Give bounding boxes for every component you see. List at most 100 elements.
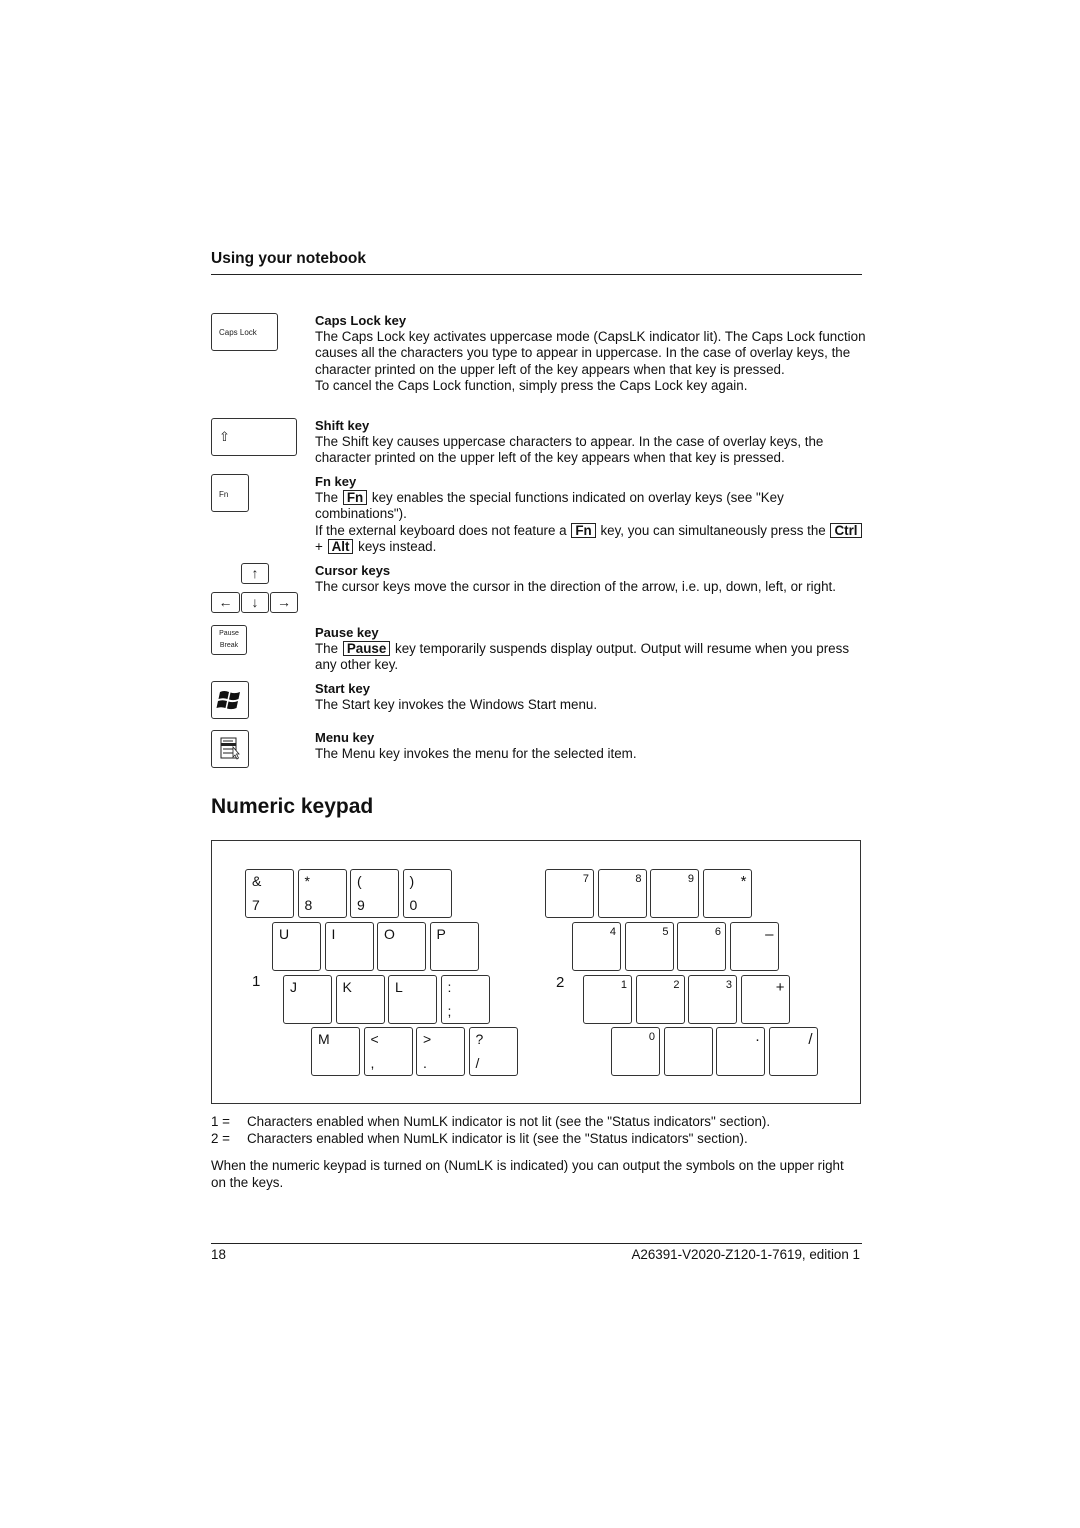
key-primary-label: I — [331, 926, 336, 942]
pause-break-key-icon: Pause Break — [211, 625, 247, 655]
key-secondary-label: , — [370, 1055, 375, 1071]
key-numlock-label: 3 — [725, 979, 732, 991]
caps-lock-key-icon: Caps Lock — [211, 313, 278, 351]
section-header: Using your notebook — [211, 250, 366, 267]
inline-key-fn: Fn — [342, 490, 368, 505]
keypad-key-layout-2: 6 — [677, 922, 726, 971]
key-numlock-label: · — [755, 1031, 760, 1048]
key-primary-label: P — [436, 926, 446, 942]
inline-key-pause: Pause — [342, 641, 391, 656]
menu-key-description: The Menu key invokes the menu for the se… — [315, 746, 637, 761]
key-primary-label: * — [304, 873, 310, 889]
key-secondary-label: . — [423, 1055, 427, 1071]
break-label: Break — [219, 642, 239, 649]
arrow-left-icon: ← — [211, 592, 240, 613]
pause-key-title: Pause key — [315, 625, 379, 640]
legend-text-1: Characters enabled when NumLK indicator … — [247, 1114, 771, 1129]
keypad-key-layout-1: K — [335, 975, 385, 1024]
key-numlock-label: 8 — [635, 873, 642, 885]
windows-logo-icon — [216, 691, 240, 710]
key-secondary-label: 7 — [252, 897, 260, 913]
menu-key-title: Menu key — [315, 730, 375, 745]
keypad-key-layout-1: J — [283, 975, 332, 1024]
legend-marker-1: 1 = — [211, 1114, 230, 1129]
fn-body-text: key, you can simultaneously press the — [600, 522, 826, 538]
key-primary-label: < — [370, 1031, 379, 1047]
key-secondary-label: 8 — [304, 897, 313, 913]
key-numlock-label: 1 — [620, 979, 627, 991]
pause-body-text: The — [315, 641, 339, 656]
arrow-down-icon: ↓ — [241, 592, 269, 613]
keypad-key-layout-1: L — [388, 975, 437, 1024]
fn-key-title: Fn key — [315, 474, 357, 489]
key-primary-label: ? — [475, 1031, 484, 1047]
fn-key-label: Fn — [219, 490, 229, 499]
pause-key-description: The Pause key temporarily suspends displ… — [315, 641, 870, 674]
keypad-key-layout-2: 1 — [583, 975, 632, 1024]
start-key-title: Start key — [315, 681, 370, 696]
keypad-key-layout-2: 7 — [545, 869, 594, 918]
page-number: 18 — [211, 1247, 226, 1262]
keypad-key-layout-1: <, — [363, 1027, 413, 1076]
keypad-key-layout-1: (9 — [350, 869, 399, 918]
caps-lock-key-label: Caps Lock — [219, 328, 257, 337]
key-secondary-label: / — [475, 1055, 480, 1071]
windows-start-key-icon — [211, 681, 249, 719]
pause-label: Pause — [219, 630, 239, 637]
legend-marker-2: 2 = — [211, 1131, 230, 1146]
keypad-key-layout-1: I — [324, 922, 374, 971]
key-primary-label: & — [252, 873, 262, 889]
fn-body-text: keys instead. — [358, 538, 437, 554]
key-secondary-label: ; — [447, 1003, 452, 1019]
keypad-key-layout-2 — [663, 1027, 713, 1076]
key-primary-label: L — [395, 979, 403, 995]
keypad-key-layout-2: 9 — [650, 869, 699, 918]
key-primary-label: > — [423, 1031, 432, 1047]
key-secondary-label: 9 — [357, 897, 365, 913]
keypad-key-layout-2: 8 — [597, 869, 647, 918]
menu-glyph-icon — [220, 737, 240, 760]
fn-body-text: The — [315, 490, 339, 505]
caps-lock-key-title: Caps Lock key — [315, 313, 407, 328]
numeric-keypad-heading: Numeric keypad — [211, 795, 374, 818]
arrow-right-icon: → — [270, 592, 298, 613]
caps-lock-key-body-2: To cancel the Caps Lock function, simply… — [315, 377, 748, 393]
keypad-key-layout-2: 5 — [624, 922, 674, 971]
header-rule — [211, 274, 862, 275]
keypad-key-layout-1: >. — [416, 1027, 465, 1076]
keypad-key-layout-2: 4 — [572, 922, 621, 971]
key-numlock-label: – — [765, 926, 774, 943]
cursor-keys-description: The cursor keys move the cursor in the d… — [315, 579, 836, 594]
key-numlock-label: 2 — [673, 979, 680, 991]
fn-body-text: If the external keyboard does not featur… — [315, 522, 567, 538]
start-key-description: The Start key invokes the Windows Start … — [315, 697, 598, 712]
shift-arrow-glyph: ⇧ — [219, 429, 230, 444]
legend-text-2: Characters enabled when NumLK indicator … — [247, 1131, 748, 1146]
key-primary-label: O — [384, 926, 395, 942]
fn-body-text: key enables the special functions indica… — [315, 490, 784, 522]
key-primary-label: K — [342, 979, 352, 995]
menu-key-icon — [211, 730, 249, 768]
keypad-key-layout-2: * — [702, 869, 752, 918]
key-secondary-label: 0 — [409, 897, 418, 913]
key-primary-label: ) — [409, 873, 415, 889]
shift-key-icon: ⇧ — [211, 418, 297, 456]
plus-sign: + — [315, 538, 323, 554]
pause-body-text: key temporarily suspends display output.… — [315, 641, 850, 673]
keypad-key-layout-1: :; — [440, 975, 490, 1024]
numlock-note: When the numeric keypad is turned on (Nu… — [211, 1158, 844, 1190]
inline-key-alt: Alt — [327, 538, 354, 554]
keypad-key-layout-1: & 7 — [245, 869, 294, 918]
key-numlock-label: / — [808, 1031, 813, 1048]
key-numlock-label: 7 — [582, 873, 589, 885]
key-numlock-label: * — [740, 873, 747, 890]
inline-key-ctrl: Ctrl — [830, 522, 862, 538]
key-primary-label: ( — [357, 873, 362, 889]
caps-lock-key-description: The Caps Lock key activates uppercase mo… — [315, 329, 870, 394]
key-numlock-label: + — [775, 979, 785, 996]
keypad-key-layout-1: O — [377, 922, 426, 971]
document-id: A26391-V2020-Z120-1-7619, edition 1 — [631, 1247, 860, 1262]
key-numlock-label: 5 — [662, 926, 669, 938]
key-primary-label: M — [318, 1031, 330, 1047]
key-primary-label: : — [447, 979, 452, 995]
